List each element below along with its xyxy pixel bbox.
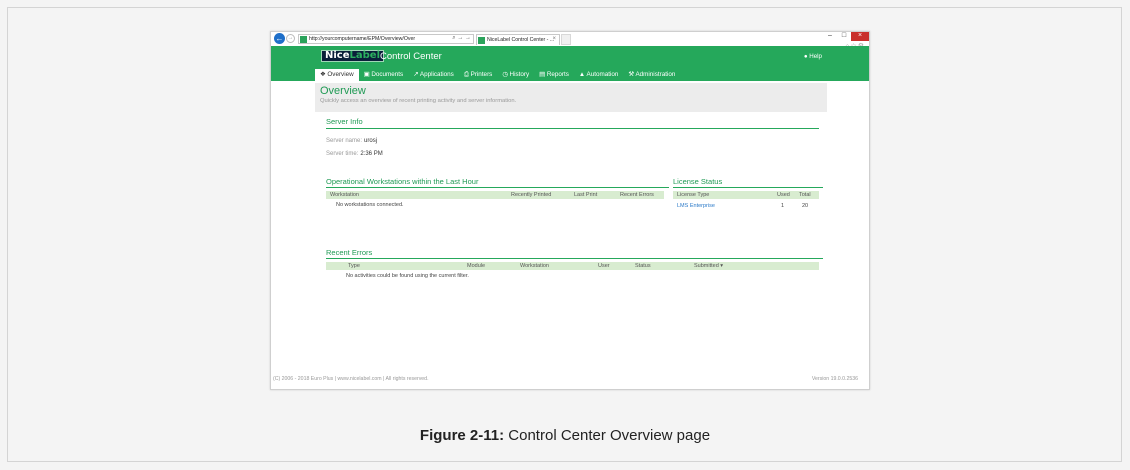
license-row: LMS Enterprise 1 20: [673, 203, 819, 211]
server-time-value: 2:36 PM: [360, 151, 383, 157]
server-name-label: Server name:: [326, 138, 363, 144]
recent-errors-empty-message: No activities could be found using the c…: [346, 273, 469, 279]
address-bar[interactable]: http://yourcomputername/EPM/Overview/Ove…: [298, 34, 474, 44]
recent-errors-divider: [326, 258, 823, 259]
nav-overview[interactable]: ❖ Overview: [315, 69, 359, 81]
server-name-row: Server name: urosj: [326, 138, 377, 144]
server-name-value: urosj: [364, 138, 378, 144]
maximize-button[interactable]: □: [837, 32, 851, 41]
back-button[interactable]: ←: [274, 33, 285, 44]
app-title: Control Center: [380, 51, 442, 62]
nicelabel-logo[interactable]: NiceLabel: [321, 50, 385, 62]
server-time-label: Server time:: [326, 151, 359, 157]
license-total-value: 20: [802, 203, 809, 209]
nav-reports[interactable]: ▤ Reports: [534, 69, 574, 81]
col-recently-printed[interactable]: Recently Printed: [511, 192, 551, 198]
col-license-type[interactable]: License Type: [677, 192, 709, 198]
overview-banner: Overview Quickly access an overview of r…: [315, 83, 827, 112]
recent-errors-title: Recent Errors: [326, 248, 373, 257]
col-recent-errors[interactable]: Recent Errors: [620, 192, 654, 198]
license-used-value: 1: [781, 203, 785, 209]
logo-nice-text: Nice: [325, 50, 350, 61]
tab-favicon-icon: [478, 37, 485, 44]
page-title: Overview: [320, 85, 366, 97]
workstations-empty-message: No workstations connected.: [336, 202, 404, 208]
logo-label-text: Label: [349, 50, 381, 61]
nav-automation[interactable]: ▲ Automation: [574, 69, 624, 81]
license-status-title: License Status: [673, 177, 723, 186]
tab-close-icon[interactable]: ×: [552, 36, 556, 42]
server-info-title: Server Info: [326, 117, 363, 126]
license-divider: [673, 187, 823, 188]
col-last-print[interactable]: Last Print: [574, 192, 597, 198]
close-button[interactable]: ×: [851, 32, 869, 41]
col-used[interactable]: Used: [777, 192, 790, 198]
server-info-divider: [326, 128, 819, 129]
browser-toolbar: ← → http://yourcomputername/EPM/Overview…: [271, 32, 869, 50]
nav-administration[interactable]: ⚒ Administration: [623, 69, 680, 81]
recent-errors-table-header: Type Module Workstation User Status Subm…: [326, 262, 819, 270]
nav-applications[interactable]: ↗ Applications: [408, 69, 459, 81]
col-status[interactable]: Status: [635, 263, 651, 269]
license-table-header: License Type Used Total: [673, 191, 819, 199]
col-user[interactable]: User: [598, 263, 610, 269]
col-type[interactable]: Type: [348, 263, 360, 269]
server-time-row: Server time: 2:36 PM: [326, 151, 383, 157]
window-controls: – □ ×: [823, 32, 869, 41]
col-err-workstation[interactable]: Workstation: [520, 263, 549, 269]
figure-caption: Figure 2-11: Control Center Overview pag…: [0, 427, 1130, 444]
page-subtitle: Quickly access an overview of recent pri…: [320, 98, 517, 104]
col-module[interactable]: Module: [467, 263, 485, 269]
address-url: http://yourcomputername/EPM/Overview/Ove…: [309, 36, 416, 42]
footer-version: Version 19.0.0.2536: [811, 376, 858, 382]
workstations-table-header: Workstation Recently Printed Last Print …: [326, 191, 664, 199]
license-type-link[interactable]: LMS Enterprise: [677, 203, 715, 209]
tab-title: NiceLabel Control Center - ...: [487, 37, 555, 43]
caption-figure-number: Figure 2-11:: [419, 427, 505, 444]
help-link[interactable]: ● Help: [804, 53, 822, 60]
col-workstation[interactable]: Workstation: [330, 192, 359, 198]
browser-window: ← → http://yourcomputername/EPM/Overview…: [270, 31, 870, 390]
col-submitted-sort[interactable]: Submitted ▾: [694, 263, 723, 269]
forward-button[interactable]: →: [286, 34, 295, 43]
nav-documents[interactable]: ▣ Documents: [359, 69, 409, 81]
new-tab-button[interactable]: [561, 34, 571, 45]
address-controls[interactable]: ⌕ → →: [452, 35, 471, 42]
workstations-divider: [326, 187, 669, 188]
nav-history[interactable]: ◷ History: [497, 69, 534, 81]
minimize-button[interactable]: –: [823, 32, 837, 41]
browser-tab[interactable]: NiceLabel Control Center - ... ×: [476, 34, 560, 45]
main-nav: ❖ Overview ▣ Documents ↗ Applications ⎙ …: [315, 69, 680, 81]
app-header: NiceLabel Control Center ● Help ❖ Overvi…: [271, 46, 869, 81]
caption-text: Control Center Overview page: [504, 427, 711, 444]
nav-printers[interactable]: ⎙ Printers: [459, 69, 497, 81]
footer-copyright: (C) 2006 - 2018 Euro Plus | www.nicelabe…: [273, 376, 429, 382]
site-favicon-icon: [300, 36, 307, 43]
workstations-title: Operational Workstations within the Last…: [326, 177, 479, 186]
col-total[interactable]: Total: [799, 192, 811, 198]
